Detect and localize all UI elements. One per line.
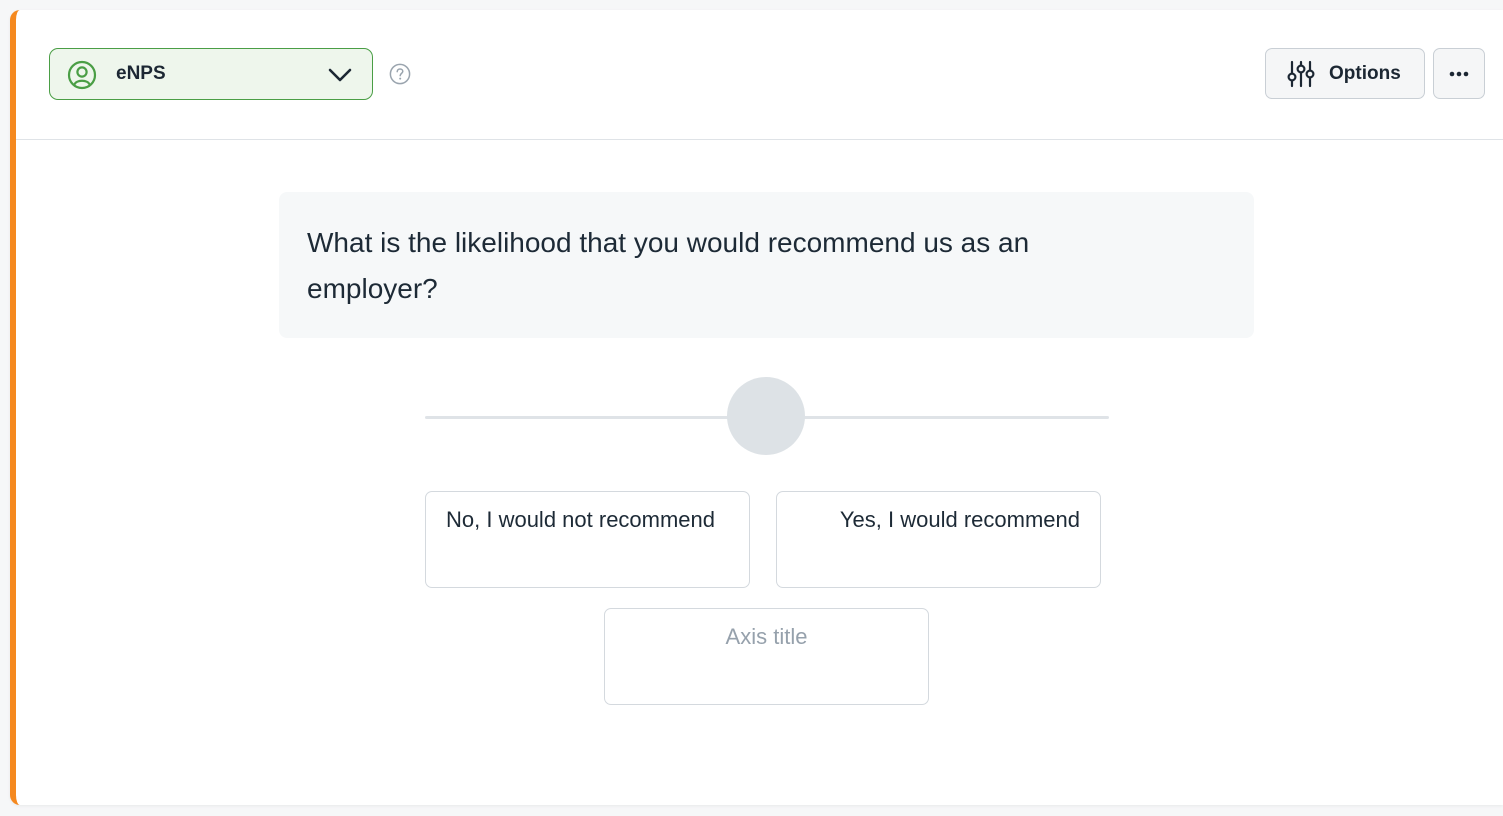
low-label-field[interactable]: No, I would not recommend [425,491,750,588]
high-label-field[interactable]: Yes, I would recommend [776,491,1101,588]
scale-slider-handle[interactable] [727,377,805,455]
question-type-dropdown[interactable]: eNPS [49,48,373,100]
question-type-label: eNPS [116,63,166,84]
axis-title-field[interactable]: Axis title [604,608,929,705]
question-text[interactable]: What is the likelihood that you would re… [307,220,1137,312]
sliders-icon [1287,60,1315,88]
more-dots-icon [1449,71,1469,77]
question-card: eNPS Options What is the likelihood that… [10,10,1503,805]
options-button[interactable]: Options [1265,48,1425,99]
question-header: eNPS Options [16,10,1503,140]
more-actions-button[interactable] [1433,48,1485,99]
question-circle-icon[interactable] [389,63,411,85]
question-text-box[interactable]: What is the likelihood that you would re… [279,192,1254,338]
chevron-down-icon [328,68,352,82]
person-circle-icon [67,60,97,90]
options-button-label: Options [1329,63,1401,84]
